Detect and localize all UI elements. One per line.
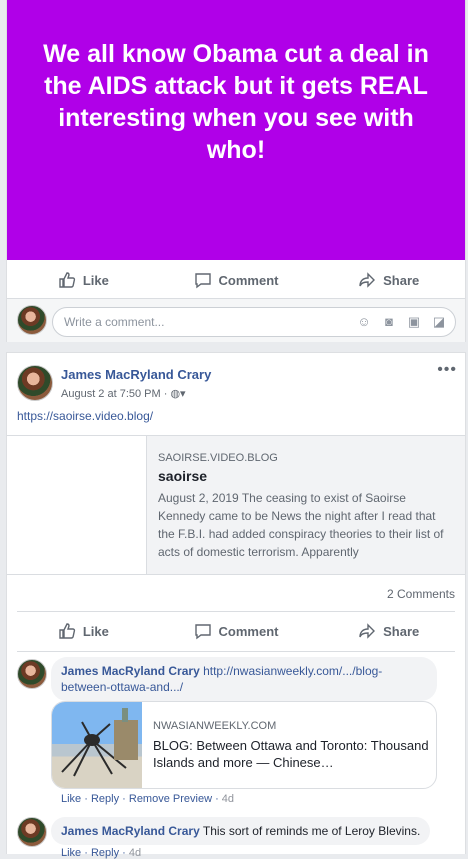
comment-button[interactable]: Comment [160,271,313,289]
comment-link-card[interactable]: NWASIANWEEKLY.COM BLOG: Between Ottawa a… [51,701,437,789]
post-menu-icon[interactable]: ••• [437,361,457,379]
share-icon [359,272,376,288]
thumbs-up-icon [59,272,75,288]
globe-icon: ◍▾ [170,388,186,400]
comment-like-link[interactable]: Like [61,847,81,859]
emoji-icon[interactable]: ☺ [356,314,372,330]
comment-meta: Like · Reply · Remove Preview · 4d [61,793,235,805]
preview-body: SAOIRSE.VIDEO.BLOG saoirse August 2, 201… [147,436,465,574]
write-comment-row: Write a comment... ☺ ◙ ▣ ◪ [7,298,465,342]
preview-image [7,436,147,574]
comment-tools: ☺ ◙ ▣ ◪ [356,314,447,330]
preview-description: August 2, 2019 The ceasing to exist of S… [158,491,444,559]
comment-age[interactable]: 4d [222,793,234,805]
post2-action-bar: Like Comment Share [7,611,465,651]
avatar[interactable] [17,305,47,335]
comment-label: Comment [218,272,279,288]
preview-domain: SAOIRSE.VIDEO.BLOG [158,452,278,464]
post-card-2: James MacRyland Crary August 2 at 7:50 P… [6,352,466,859]
comment-meta: Like · Reply · 4d [61,847,142,859]
like-button[interactable]: Like [7,622,160,640]
sticker-icon[interactable]: ◪ [431,314,447,330]
avatar[interactable] [17,659,47,689]
avatar[interactable] [17,817,47,847]
timestamp-text[interactable]: August 2 at 7:50 PM · [61,388,167,400]
like-button[interactable]: Like [7,271,160,289]
write-comment-input[interactable]: Write a comment... ☺ ◙ ▣ ◪ [52,307,456,337]
like-label: Like [82,623,109,639]
gif-icon[interactable]: ▣ [406,314,422,330]
comment-placeholder: Write a comment... [64,315,165,329]
thumbs-up-icon [59,623,75,639]
comment-label: Comment [218,623,279,639]
share-icon [359,623,376,639]
comment-icon [194,273,211,289]
comments-count[interactable]: 2 Comments [387,587,455,601]
spider-sculpture-icon [61,708,138,777]
link-card-body: NWASIANWEEKLY.COM BLOG: Between Ottawa a… [153,720,429,771]
share-button[interactable]: Share [312,622,465,640]
post-link[interactable]: https://saoirse.video.blog/ [17,409,153,423]
share-label: Share [383,623,420,639]
divider [17,651,455,652]
text-background-banner: We all know Obama cut a deal in the AIDS… [7,0,465,260]
comment-like-link[interactable]: Like [61,793,81,805]
post-headline: We all know Obama cut a deal in the AIDS… [43,40,429,164]
like-label: Like [82,272,109,288]
remove-preview-link[interactable]: Remove Preview [129,793,212,805]
comment-icon [194,624,211,640]
share-label: Share [383,272,420,288]
avatar[interactable] [17,365,53,401]
post-author[interactable]: James MacRyland Crary [61,367,211,382]
camera-icon[interactable]: ◙ [381,314,397,330]
preview-title: saoirse [158,468,208,484]
link-card-title: BLOG: Between Ottawa and Toronto: Thousa… [153,738,429,770]
comment-author[interactable]: James MacRyland Crary [61,664,200,678]
share-button[interactable]: Share [312,271,465,289]
post-card-1: We all know Obama cut a deal in the AIDS… [6,0,466,342]
comment-author[interactable]: James MacRyland Crary [61,824,200,838]
post1-action-bar: Like Comment Share [7,260,465,300]
comment-text: This sort of reminds me of Leroy Blevins… [202,824,421,838]
comment-reply-link[interactable]: Reply [91,793,119,805]
comment-bubble: James MacRyland Crary http://nwasianweek… [51,657,437,701]
comment-bubble: James MacRyland Crary This sort of remin… [51,817,431,845]
comment-age[interactable]: 4d [129,847,141,859]
link-preview[interactable]: SAOIRSE.VIDEO.BLOG saoirse August 2, 201… [7,435,465,575]
link-card-image [52,702,142,788]
comment-button[interactable]: Comment [160,622,313,640]
comment-reply-link[interactable]: Reply [91,847,119,859]
post-timestamp: August 2 at 7:50 PM · ◍▾ [61,387,186,400]
link-card-domain: NWASIANWEEKLY.COM [153,720,277,732]
